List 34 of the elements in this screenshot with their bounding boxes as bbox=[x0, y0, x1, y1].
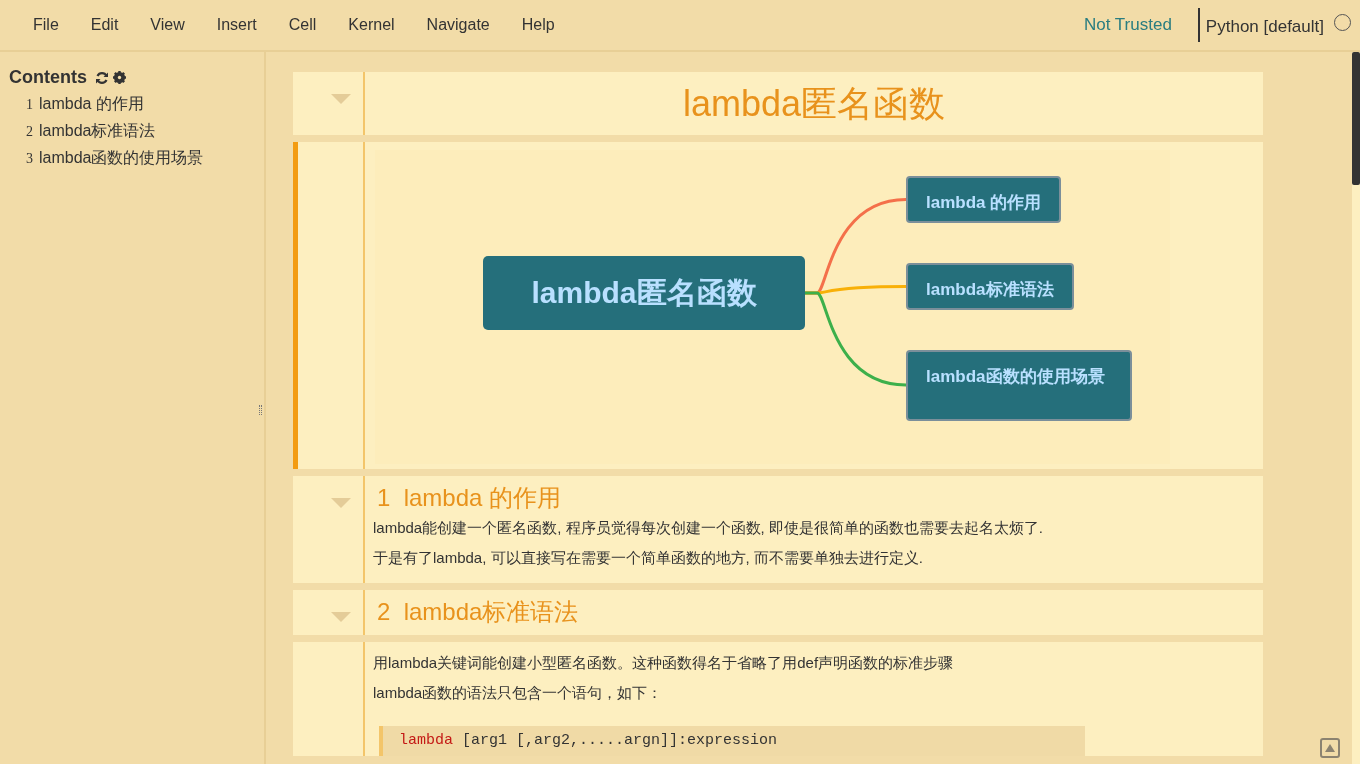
code-block: lambda [arg1 [,arg2,.....argn]]:expression bbox=[379, 725, 1085, 757]
mindmap-root-node: lambda匿名函数 bbox=[483, 256, 805, 331]
kernel-name[interactable]: Python [default] bbox=[1197, 8, 1324, 42]
resize-handle[interactable] bbox=[259, 405, 262, 415]
notebook-cell[interactable]: 1 lambda 的作用 lambda能创建一个匿名函数, 程序员觉得每次创建一个函数, 即使是很简单的函数也需要去起名太烦了. 于是有了lambda, 可以直接写在需要一个简单函数的地方, 而不需要单独去进行定义. bbox=[293, 476, 1263, 583]
toc-title: Contents bbox=[9, 66, 87, 89]
section-heading: 1 lambda 的作用 bbox=[376, 483, 563, 513]
paragraph: 用lambda关键词能创建小型匿名函数。这种函数得名于省略了用def声明函数的标准步骤 bbox=[373, 652, 955, 673]
menu-item[interactable]: Cell bbox=[272, 0, 333, 51]
paragraph: lambda能创建一个匿名函数, 程序员觉得每次创建一个函数, 即使是很简单的函数也需要去起名太烦了. bbox=[373, 518, 1045, 538]
menu-item[interactable]: Edit bbox=[74, 0, 135, 51]
paragraph: 于是有了lambda, 可以直接写在需要一个简单函数的地方, 而不需要单独去进行定义. bbox=[373, 548, 925, 568]
menu-item[interactable]: Help bbox=[505, 0, 571, 51]
toc-item[interactable]: 3 lambda函数的使用场景 bbox=[9, 145, 210, 172]
menu-item[interactable]: Insert bbox=[200, 0, 273, 51]
notebook-cell[interactable]: lambda匿名函数 lambda 的作用 lambda标准语法 lambda函数的使用场景 bbox=[293, 142, 1263, 470]
toc-item[interactable]: 1 lambda 的作用 bbox=[9, 91, 150, 118]
paragraph: lambda函数的语法只包含一个语句，如下： bbox=[373, 682, 664, 703]
notebook-title: lambda匿名函数 bbox=[681, 82, 947, 126]
mindmap-node: lambda函数的使用场景 bbox=[906, 350, 1132, 422]
trust-indicator[interactable]: Not Trusted bbox=[1084, 12, 1172, 38]
menu-item[interactable]: View bbox=[134, 0, 201, 51]
menu-item[interactable]: File bbox=[17, 0, 75, 51]
scroll-top-icon[interactable] bbox=[1320, 738, 1340, 758]
mindmap-node: lambda标准语法 bbox=[906, 263, 1074, 311]
toc-item[interactable]: 2 lambda标准语法 bbox=[9, 118, 162, 145]
notebook-cell[interactable]: 用lambda关键词能创建小型匿名函数。这种函数得名于省略了用def声明函数的标准步骤 lambda函数的语法只包含一个语句，如下： lambda [arg1 [,arg2,.....argn]]:expression bbox=[293, 641, 1263, 757]
menu-item[interactable]: Navigate bbox=[410, 0, 506, 51]
refresh-icon[interactable] bbox=[95, 70, 109, 85]
section-heading: 2 lambda标准语法 bbox=[376, 597, 580, 627]
scrollbar-thumb[interactable] bbox=[1352, 52, 1360, 185]
settings-icon[interactable] bbox=[113, 71, 126, 84]
mindmap-node: lambda 的作用 bbox=[906, 176, 1062, 224]
menu-item[interactable]: Kernel bbox=[332, 0, 411, 51]
